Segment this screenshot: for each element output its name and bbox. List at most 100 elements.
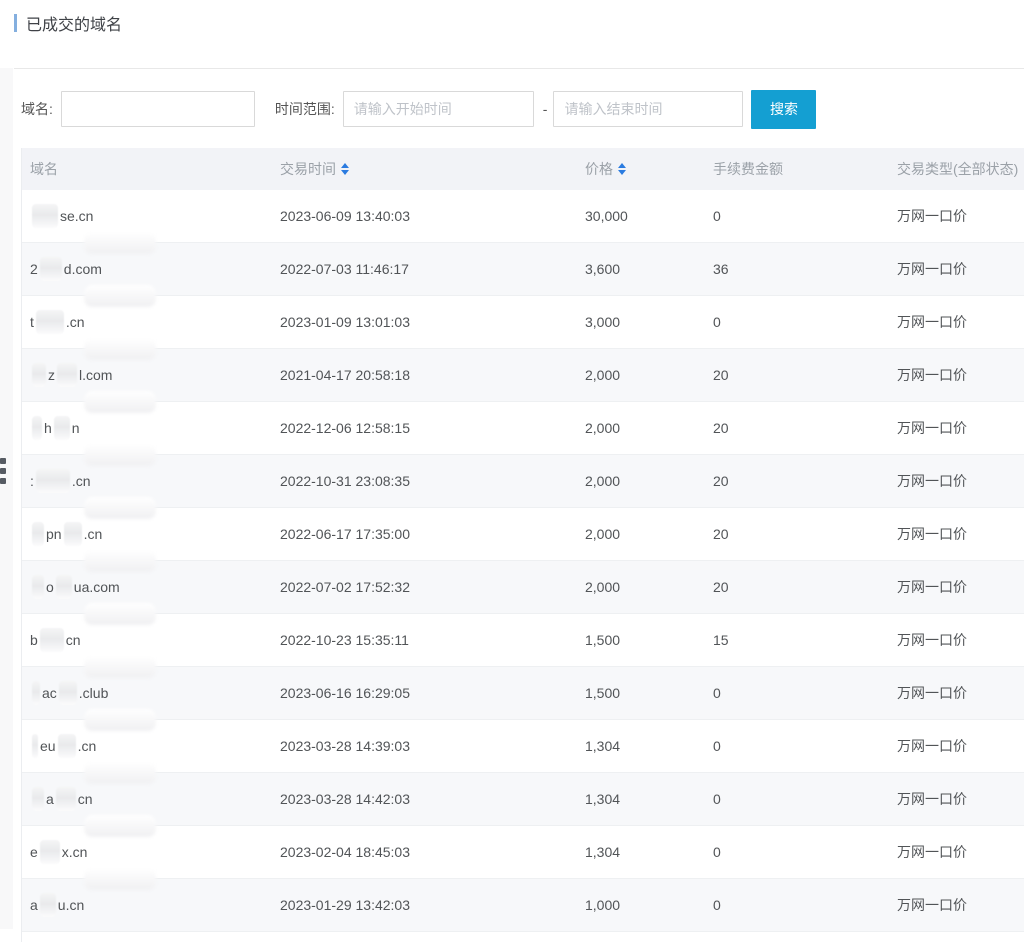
cell-trade-type: 万网一口价	[897, 206, 1024, 226]
cell-domain: :.cn	[22, 469, 280, 493]
drag-handle-icon[interactable]	[0, 458, 8, 488]
redacted-blur	[32, 734, 38, 758]
cell-trade-time: 2022-12-06 12:58:15	[280, 420, 585, 436]
cell-fee: 20	[713, 473, 897, 489]
table-row: au.cn 2023-01-29 13:42:03 1,000 0 万网一口价	[22, 879, 1024, 932]
cell-domain: zl.com	[22, 363, 280, 387]
table-row: bcn 2022-10-23 15:35:11 1,500 15 万网一口价	[22, 614, 1024, 667]
redacted-blur	[40, 628, 64, 652]
table-row: se.cn 2023-06-09 13:40:03 30,000 0 万网一口价	[22, 190, 1024, 243]
cell-trade-type: 万网一口价	[897, 471, 1024, 491]
cell-fee: 0	[713, 791, 897, 807]
cell-domain: bcn	[22, 628, 280, 652]
cell-fee: 0	[713, 897, 897, 913]
redacted-blur	[32, 681, 40, 705]
redacted-blur	[64, 522, 82, 546]
table-row: oua.com 2022-07-02 17:52:32 2,000 20 万网一…	[22, 561, 1024, 614]
table-row: ac.club 2023-06-16 16:29:05 1,500 0 万网一口…	[22, 667, 1024, 720]
cell-price: 2,000	[585, 473, 713, 489]
domain-text: ex.cn	[30, 844, 87, 860]
cell-domain: acn	[22, 787, 280, 811]
domain-text: acn	[30, 791, 93, 807]
column-header-time[interactable]: 交易时间	[280, 159, 585, 179]
cell-price: 1,000	[585, 897, 713, 913]
table-body: se.cn 2023-06-09 13:40:03 30,000 0 万网一口价…	[22, 190, 1024, 932]
cell-trade-type: 万网一口价	[897, 842, 1024, 862]
completed-domains-table: 域名 交易时间 价格 手续费金额 交易类型(全部状态) se.cn 2023-0…	[21, 148, 1024, 942]
cell-trade-type: 万网一口价	[897, 895, 1024, 915]
cell-trade-type: 万网一口价	[897, 312, 1024, 332]
cell-price: 3,600	[585, 261, 713, 277]
partial-next-row	[22, 932, 1024, 942]
redacted-blur	[40, 257, 62, 281]
cell-domain: eu.cn	[22, 734, 280, 758]
column-header-domain: 域名	[22, 159, 280, 179]
cell-trade-type: 万网一口价	[897, 630, 1024, 650]
cell-trade-time: 2023-06-16 16:29:05	[280, 685, 585, 701]
redacted-blur	[57, 363, 77, 387]
end-time-input[interactable]	[553, 91, 743, 127]
redacted-blur	[40, 893, 56, 917]
cell-price: 1,500	[585, 632, 713, 648]
domain-filter-input[interactable]	[61, 91, 255, 127]
page-title-text: 已成交的域名	[26, 11, 122, 35]
domain-text: se.cn	[30, 208, 93, 224]
redacted-blur	[58, 734, 76, 758]
sort-icon[interactable]	[341, 163, 349, 175]
redacted-blur	[56, 575, 72, 599]
cell-fee: 0	[713, 844, 897, 860]
cell-domain: ac.club	[22, 681, 280, 705]
redacted-blur	[59, 681, 77, 705]
redacted-blur	[36, 469, 70, 493]
left-gutter	[0, 68, 13, 929]
redacted-blur	[40, 840, 60, 864]
cell-domain: t.cn	[22, 310, 280, 334]
table-row: acn 2023-03-28 14:42:03 1,304 0 万网一口价	[22, 773, 1024, 826]
cell-fee: 0	[713, 685, 897, 701]
cell-fee: 0	[713, 208, 897, 224]
table-row: :.cn 2022-10-31 23:08:35 2,000 20 万网一口价	[22, 455, 1024, 508]
start-time-input[interactable]	[343, 91, 534, 127]
cell-trade-type: 万网一口价	[897, 736, 1024, 756]
domain-text: oua.com	[30, 579, 120, 595]
cell-price: 1,304	[585, 738, 713, 754]
cell-domain: pn.cn	[22, 522, 280, 546]
cell-domain: se.cn	[22, 204, 280, 228]
redacted-blur	[32, 363, 46, 387]
cell-trade-type: 万网一口价	[897, 789, 1024, 809]
redacted-blur	[56, 787, 76, 811]
domain-text: au.cn	[30, 897, 84, 913]
cell-trade-time: 2023-06-09 13:40:03	[280, 208, 585, 224]
domain-text: :.cn	[30, 473, 91, 489]
cell-trade-type: 万网一口价	[897, 524, 1024, 544]
cell-trade-time: 2021-04-17 20:58:18	[280, 367, 585, 383]
domain-text: bcn	[30, 632, 81, 648]
redacted-blur	[32, 416, 42, 440]
cell-price: 2,000	[585, 579, 713, 595]
cell-trade-type: 万网一口价	[897, 683, 1024, 703]
sort-icon[interactable]	[618, 163, 626, 175]
domain-text: t.cn	[30, 314, 85, 330]
column-header-type: 交易类型(全部状态)	[897, 159, 1024, 179]
cell-trade-time: 2022-06-17 17:35:00	[280, 526, 585, 542]
range-separator: -	[543, 101, 548, 117]
redacted-blur	[32, 575, 44, 599]
cell-price: 2,000	[585, 367, 713, 383]
domain-text: eu.cn	[30, 738, 96, 754]
cell-fee: 20	[713, 420, 897, 436]
column-header-price[interactable]: 价格	[585, 159, 713, 179]
cell-trade-time: 2022-07-03 11:46:17	[280, 261, 585, 277]
search-button[interactable]: 搜索	[751, 90, 816, 129]
domain-text: ac.club	[30, 685, 108, 701]
cell-trade-time: 2022-10-31 23:08:35	[280, 473, 585, 489]
table-header: 域名 交易时间 价格 手续费金额 交易类型(全部状态)	[22, 148, 1024, 190]
cell-price: 30,000	[585, 208, 713, 224]
cell-fee: 20	[713, 579, 897, 595]
redacted-blur	[36, 310, 64, 334]
domain-filter-label: 域名:	[21, 99, 53, 119]
redacted-blur	[32, 204, 58, 228]
cell-price: 2,000	[585, 526, 713, 542]
cell-domain: au.cn	[22, 893, 280, 917]
cell-trade-type: 万网一口价	[897, 577, 1024, 597]
domain-text: zl.com	[30, 367, 112, 383]
